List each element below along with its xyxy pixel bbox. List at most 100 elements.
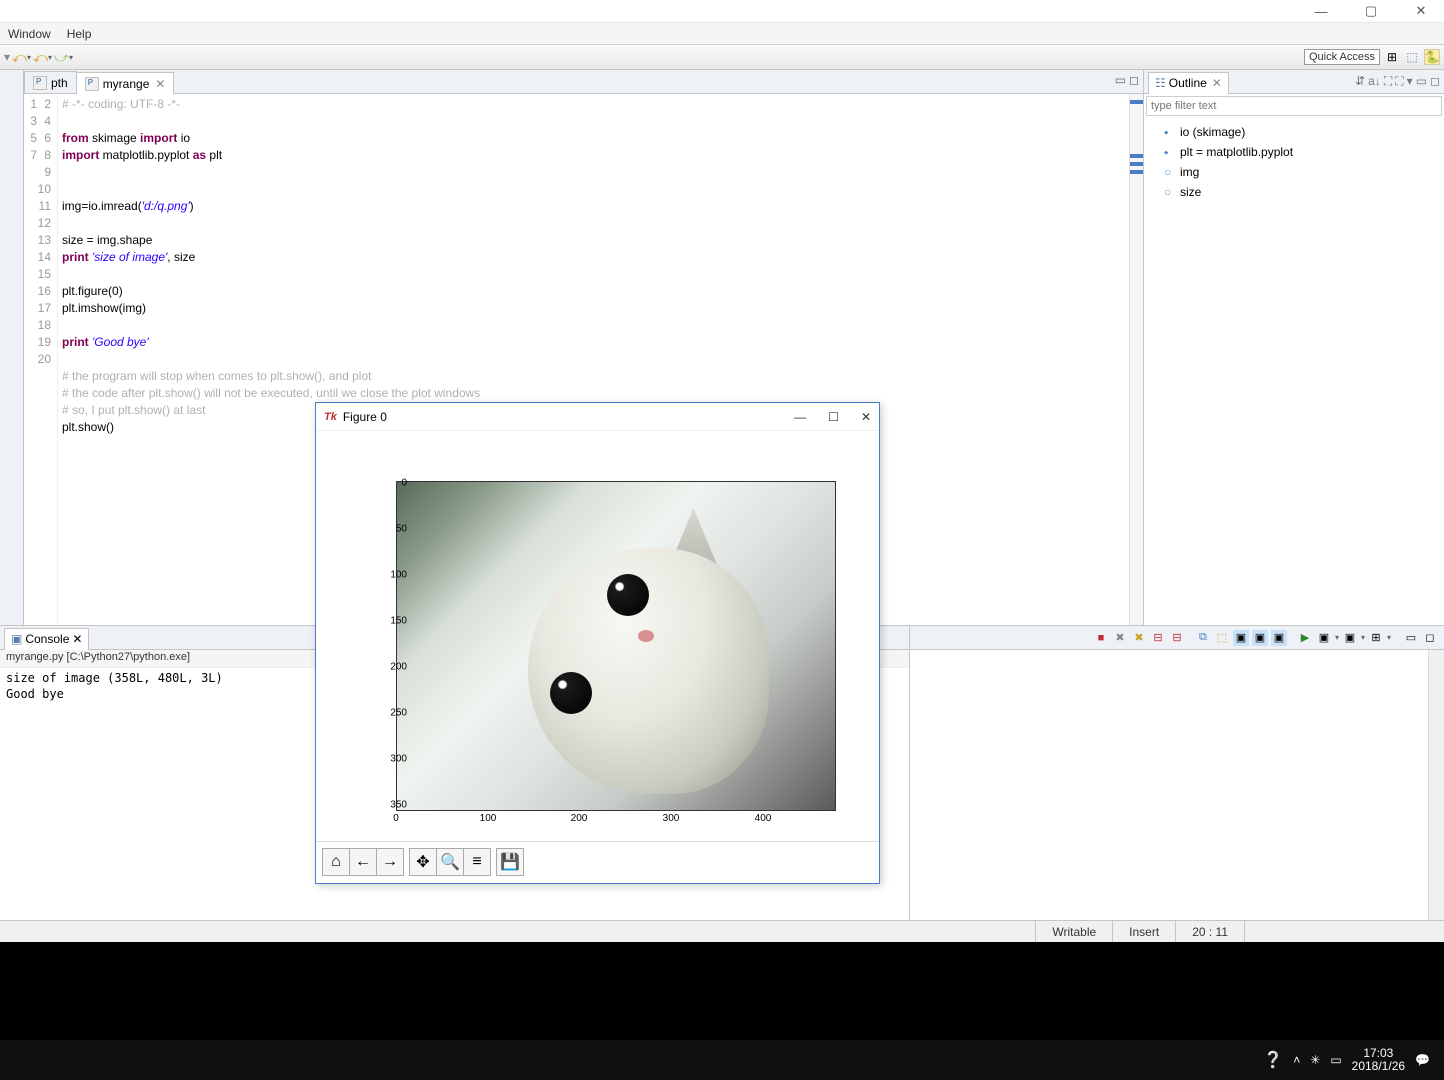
fig-close-button[interactable]: ✕ xyxy=(861,410,871,424)
var-icon: ○ xyxy=(1164,185,1174,199)
remove-icon[interactable]: ✖ xyxy=(1131,630,1147,646)
display-icon[interactable]: ▣ xyxy=(1252,630,1268,646)
console-tab[interactable]: ▣ Console ✕ xyxy=(4,628,89,650)
close-icon[interactable]: ✕ xyxy=(155,77,165,91)
open-perspective-icon[interactable]: ⊞ xyxy=(1384,49,1400,65)
xtick: 400 xyxy=(755,813,772,824)
forward-icon[interactable]: → xyxy=(376,848,404,876)
nav-forward-dropdown[interactable]: ▾ xyxy=(69,53,73,62)
minimize-icon[interactable]: ▭ xyxy=(1416,74,1427,89)
scroll-lock-icon[interactable]: ⧉ xyxy=(1195,630,1211,646)
bluetooth-icon[interactable]: ✳ xyxy=(1310,1053,1320,1067)
pan-icon[interactable]: ✥ xyxy=(409,848,437,876)
xtick: 200 xyxy=(571,813,588,824)
minimize-icon[interactable]: ▭ xyxy=(1403,630,1419,646)
tk-icon: Tk xyxy=(324,411,337,423)
new-console-icon[interactable]: ▣ xyxy=(1342,630,1358,646)
outline-tab[interactable]: ☷ Outline ✕ xyxy=(1148,72,1229,94)
sort-icon[interactable]: ⇵ xyxy=(1355,74,1365,89)
more-icon[interactable]: ⊞ xyxy=(1368,630,1384,646)
close-button[interactable]: ✕ xyxy=(1406,3,1436,19)
home-icon[interactable]: ⌂ xyxy=(322,848,350,876)
maximize-icon[interactable]: ◻ xyxy=(1422,630,1438,646)
figure-canvas[interactable]: 0 50 100 150 200 250 300 350 0 100 200 3… xyxy=(316,431,879,841)
status-writable: Writable xyxy=(1035,921,1112,942)
open-console-icon[interactable]: ▶ xyxy=(1297,630,1313,646)
status-position: 20 : 11 xyxy=(1175,921,1244,942)
remove-all-icon[interactable]: ⊟ xyxy=(1150,630,1166,646)
chevron-up-icon[interactable]: ˄ xyxy=(1293,1053,1300,1067)
outline-item[interactable]: ○size xyxy=(1154,182,1434,202)
clear-icon[interactable]: ⊟ xyxy=(1169,630,1185,646)
console-blank xyxy=(910,650,1444,920)
view-maximize-icon[interactable]: ◻ xyxy=(1129,73,1139,87)
view-menu-icon[interactable]: ▾ xyxy=(1407,74,1413,89)
ytick: 300 xyxy=(390,754,407,765)
var-icon: ○ xyxy=(1164,165,1174,179)
vscroll[interactable] xyxy=(1428,650,1444,920)
back-icon[interactable]: ← xyxy=(349,848,377,876)
tab-pth[interactable]: pth xyxy=(24,71,77,93)
editor-tabs: pth myrange ✕ ▭ ◻ xyxy=(24,70,1143,94)
collapse-icon[interactable]: ⛶ xyxy=(1384,74,1392,89)
dropdown-icon[interactable]: ▾ xyxy=(1335,633,1339,642)
outline-filter-input[interactable] xyxy=(1146,96,1442,116)
display2-icon[interactable]: ▣ xyxy=(1271,630,1287,646)
outline-icon: ☷ xyxy=(1155,76,1166,90)
figure-titlebar[interactable]: Tk Figure 0 — ☐ ✕ xyxy=(316,403,879,431)
toolbar-menu-icon[interactable]: ▾ xyxy=(4,50,10,64)
taskbar-bar[interactable]: ❔ ˄ ✳ ▭ 17:03 2018/1/26 💬 xyxy=(0,1040,1444,1080)
menu-window[interactable]: Window xyxy=(8,27,51,41)
close-icon[interactable]: ✕ xyxy=(72,632,82,646)
nav-back2-dropdown[interactable]: ▾ xyxy=(48,53,52,62)
outline-item[interactable]: ○img xyxy=(1154,162,1434,182)
close-icon[interactable]: ✕ xyxy=(1212,76,1222,90)
ytick: 0 xyxy=(401,478,407,489)
save-icon[interactable]: 💾 xyxy=(496,848,524,876)
dropdown-icon[interactable]: ▾ xyxy=(1387,633,1391,642)
pin-icon[interactable]: ⬚ xyxy=(1214,630,1230,646)
network-icon[interactable]: ▭ xyxy=(1330,1053,1341,1067)
nav-back-icon[interactable]: ⤺ xyxy=(12,49,27,66)
terminate-icon[interactable]: ■ xyxy=(1093,630,1109,646)
nav-back2-icon[interactable]: ⤺ xyxy=(33,49,48,66)
xtick: 100 xyxy=(480,813,497,824)
ytick: 350 xyxy=(390,800,407,811)
fig-minimize-button[interactable]: — xyxy=(794,410,806,424)
import-icon: ⬩ xyxy=(1164,145,1174,160)
ytick: 100 xyxy=(390,570,407,581)
configure-icon[interactable]: ≡ xyxy=(463,848,491,876)
python-file-icon xyxy=(33,76,47,90)
maximize-icon[interactable]: ◻ xyxy=(1430,74,1440,89)
zoom-icon[interactable]: 🔍 xyxy=(436,848,464,876)
tray-clock[interactable]: 17:03 2018/1/26 xyxy=(1352,1047,1405,1073)
maximize-button[interactable]: ▢ xyxy=(1356,3,1386,19)
xtick: 0 xyxy=(393,813,399,824)
figure-window: Tk Figure 0 — ☐ ✕ 0 50 100 150 200 250 3… xyxy=(315,402,880,884)
perspective-team-icon[interactable]: ⬚ xyxy=(1404,49,1420,65)
help-tray-icon[interactable]: ❔ xyxy=(1263,1050,1283,1070)
figure-toolbar: ⌂ ← → ✥ 🔍 ≡ 💾 xyxy=(316,841,879,881)
console-toolbar-pane: ■ ✖ ✖ ⊟ ⊟ ⧉ ⬚ ▣ ▣ ▣ ▶ ▣▾ ▣▾ ⊞▾ ▭ ◻ xyxy=(910,626,1444,920)
terminate-all-icon[interactable]: ✖ xyxy=(1112,630,1128,646)
ytick: 150 xyxy=(390,616,407,627)
expand-icon[interactable]: ⛶ xyxy=(1395,74,1403,89)
console-icon: ▣ xyxy=(11,632,22,646)
menu-help[interactable]: Help xyxy=(67,27,92,41)
perspective-pydev-icon[interactable]: 🐍 xyxy=(1424,49,1440,65)
nav-forward-icon[interactable]: ⤻ xyxy=(54,49,69,66)
show-console-icon[interactable]: ▣ xyxy=(1233,630,1249,646)
quick-access-button[interactable]: Quick Access xyxy=(1304,49,1380,65)
fig-maximize-button[interactable]: ☐ xyxy=(828,410,839,424)
notifications-icon[interactable]: 💬 xyxy=(1415,1053,1430,1067)
tab-myrange[interactable]: myrange ✕ xyxy=(76,72,175,94)
az-icon[interactable]: a↓ xyxy=(1368,74,1381,89)
ytick: 200 xyxy=(390,662,407,673)
outline-item[interactable]: ⬩io (skimage) xyxy=(1154,122,1434,142)
dropdown-icon[interactable]: ▾ xyxy=(1361,633,1365,642)
nav-back-dropdown[interactable]: ▾ xyxy=(27,53,31,62)
console-select-icon[interactable]: ▣ xyxy=(1316,630,1332,646)
minimize-button[interactable]: — xyxy=(1306,4,1336,19)
outline-item[interactable]: ⬩plt = matplotlib.pyplot xyxy=(1154,142,1434,162)
view-minimize-icon[interactable]: ▭ xyxy=(1115,73,1126,87)
